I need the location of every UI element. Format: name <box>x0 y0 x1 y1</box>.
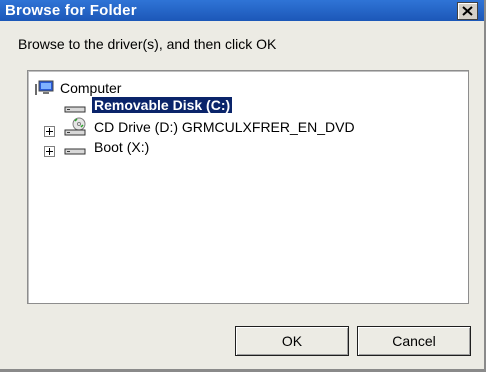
computer-icon <box>35 80 54 95</box>
ok-button[interactable]: OK <box>235 326 349 356</box>
browse-for-folder-dialog: Browse for Folder Browse to the driver(s… <box>0 0 486 372</box>
tree-item-label: Removable Disk (C:) <box>92 97 233 113</box>
drive-icon <box>64 148 86 155</box>
folder-tree[interactable]: Computer Removable Disk (C:) CD Drive (D… <box>27 70 469 304</box>
expand-toggle[interactable] <box>44 146 55 157</box>
instruction-text: Browse to the driver(s), and then click … <box>18 36 277 52</box>
dialog-title: Browse for Folder <box>5 2 137 19</box>
title-bar[interactable]: Browse for Folder <box>0 0 484 21</box>
close-button[interactable] <box>457 2 478 20</box>
cd-drive-icon <box>64 117 86 136</box>
tree-item-label: CD Drive (D:) GRMCULXFRER_EN_DVD <box>94 119 355 135</box>
removable-disk-icon <box>64 106 86 113</box>
tree-item-label: Computer <box>60 80 122 96</box>
close-icon <box>462 6 473 16</box>
tree-item-label: Boot (X:) <box>94 139 150 155</box>
expand-toggle[interactable] <box>44 126 55 137</box>
cancel-button[interactable]: Cancel <box>357 326 471 356</box>
